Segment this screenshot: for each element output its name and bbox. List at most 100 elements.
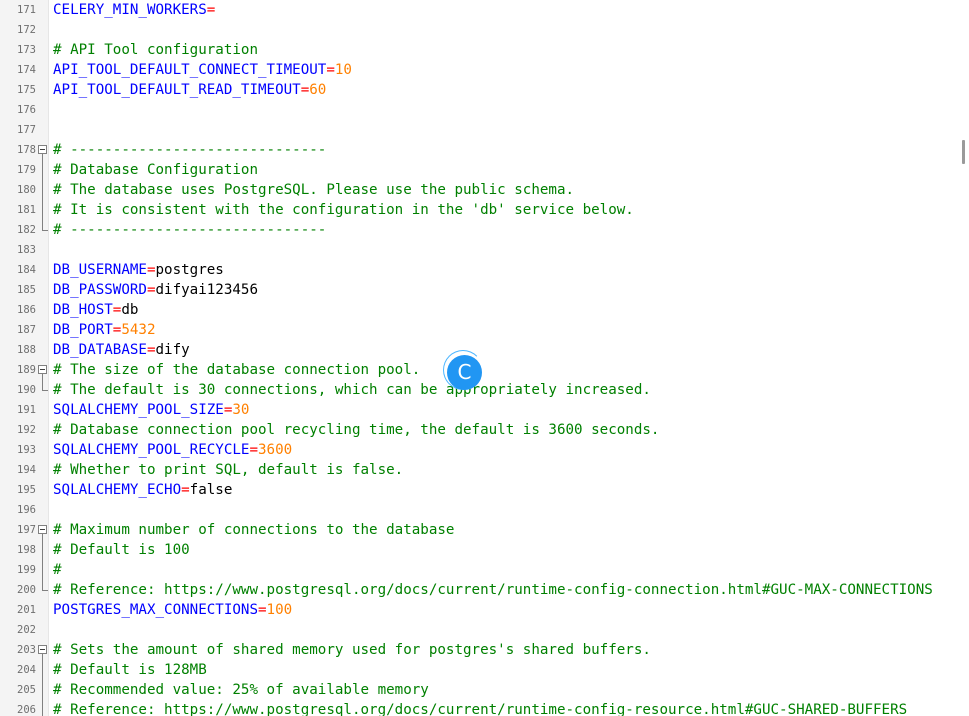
line-number: 199: [17, 564, 36, 576]
line-number: 178: [17, 144, 36, 156]
config-key: DB_HOST: [53, 302, 113, 318]
line-code: # The database uses PostgreSQL. Please u…: [53, 180, 574, 200]
line-number: 180: [17, 184, 36, 196]
comment-text: # The size of the database connection po…: [53, 362, 421, 378]
assign-operator: =: [326, 62, 335, 78]
fold-guide: [42, 540, 43, 560]
fold-toggle-icon[interactable]: [38, 365, 47, 374]
line-code: POSTGRES_MAX_CONNECTIONS=100: [53, 600, 292, 620]
assign-operator: =: [258, 602, 267, 618]
line-number: 205: [17, 684, 36, 696]
line-number: 204: [17, 664, 36, 676]
comment-text: # Default is 128MB: [53, 662, 207, 678]
vertical-scrollbar-thumb[interactable]: [962, 140, 965, 164]
config-key: DB_USERNAME: [53, 262, 147, 278]
line-number: 187: [17, 324, 36, 336]
line-number: 196: [17, 504, 36, 516]
line-number: 191: [17, 404, 36, 416]
line-code: # ------------------------------: [53, 220, 326, 240]
loading-spinner-icon: C: [443, 350, 485, 392]
config-key: DB_PORT: [53, 322, 113, 338]
line-number: 179: [17, 164, 36, 176]
fold-toggle-icon[interactable]: [38, 525, 47, 534]
line-code: # The size of the database connection po…: [53, 360, 420, 380]
line-code: # Maximum number of connections to the d…: [53, 520, 454, 540]
fold-guide: [42, 700, 43, 716]
line-number: 206: [17, 704, 36, 716]
line-number: 190: [17, 384, 36, 396]
line-code: DB_HOST=db: [53, 300, 138, 320]
comment-text: # Database connection pool recycling tim…: [53, 422, 660, 438]
config-value: false: [189, 482, 233, 498]
line-number: 198: [17, 544, 36, 556]
line-code: SQLALCHEMY_POOL_SIZE=30: [53, 400, 249, 420]
fold-end-marker: [42, 590, 48, 591]
config-key: POSTGRES_MAX_CONNECTIONS: [53, 602, 258, 618]
comment-text: # The database uses PostgreSQL. Please u…: [53, 182, 575, 198]
fold-toggle-icon[interactable]: [38, 145, 47, 154]
line-code: # Whether to print SQL, default is false…: [53, 460, 403, 480]
line-number: 195: [17, 484, 36, 496]
line-number: 200: [17, 584, 36, 596]
line-number: 193: [17, 444, 36, 456]
line-number: 185: [17, 284, 36, 296]
assign-operator: =: [146, 262, 156, 278]
line-number: 203: [17, 644, 36, 656]
line-code: # Default is 100: [53, 540, 190, 560]
line-number: 174: [17, 64, 36, 76]
comment-text: # Default is 100: [53, 542, 190, 558]
comment-text: # Database Configuration: [53, 162, 258, 178]
fold-toggle-icon[interactable]: [38, 645, 47, 654]
line-code: # Sets the amount of shared memory used …: [53, 640, 651, 660]
assign-operator: =: [249, 442, 259, 458]
assign-operator: =: [146, 282, 156, 298]
line-number: 183: [17, 244, 36, 256]
line-number: 181: [17, 204, 36, 216]
config-key: SQLALCHEMY_POOL_SIZE: [53, 402, 224, 418]
config-value: 100: [266, 602, 293, 618]
line-code: # The default is 30 connections, which c…: [53, 380, 651, 400]
config-value: 60: [309, 82, 327, 98]
config-key: API_TOOL_DEFAULT_CONNECT_TIMEOUT: [53, 62, 327, 78]
line-code: API_TOOL_DEFAULT_CONNECT_TIMEOUT=10: [53, 60, 352, 80]
fold-guide: [42, 580, 43, 590]
assign-operator: =: [206, 2, 216, 18]
comment-text: # API Tool configuration: [53, 42, 258, 58]
line-number: 201: [17, 604, 36, 616]
config-value: db: [121, 302, 139, 318]
fold-end-marker: [42, 390, 48, 391]
config-value: dify: [155, 342, 190, 358]
line-number: 176: [17, 104, 36, 116]
config-key: SQLALCHEMY_POOL_RECYCLE: [53, 442, 250, 458]
line-code: # Reference: https://www.postgresql.org/…: [53, 700, 907, 716]
config-key: SQLALCHEMY_ECHO: [53, 482, 182, 498]
config-value: 3600: [258, 442, 293, 458]
config-value: 10: [334, 62, 352, 78]
comment-text: # ------------------------------: [53, 222, 327, 238]
line-number: 172: [17, 24, 36, 36]
config-value: postgres: [155, 262, 224, 278]
line-number: 197: [17, 524, 36, 536]
fold-guide: [42, 380, 43, 390]
comment-text: # Recommended value: 25% of available me…: [53, 682, 429, 698]
comment-text: # The default is 30 connections, which c…: [53, 382, 651, 398]
line-code: DB_DATABASE=dify: [53, 340, 190, 360]
line-code: # Reference: https://www.postgresql.org/…: [53, 580, 933, 600]
line-number: 189: [17, 364, 36, 376]
line-code: #: [53, 560, 62, 580]
code-editor[interactable]: 171 CELERY_MIN_WORKERS= 172 173 # API Tool c…: [0, 0, 969, 716]
line-number: 177: [17, 124, 36, 136]
fold-guide: [42, 560, 43, 580]
fold-guide: [42, 180, 43, 200]
comment-text: #: [53, 562, 62, 578]
line-code: CELERY_MIN_WORKERS=: [53, 0, 215, 20]
fold-guide: [42, 200, 43, 220]
line-number: 182: [17, 224, 36, 236]
line-number: 202: [17, 624, 36, 636]
config-key: DB_PASSWORD: [53, 282, 147, 298]
line-code: # Default is 128MB: [53, 660, 207, 680]
line-code: DB_USERNAME=postgres: [53, 260, 224, 280]
line-code: DB_PORT=5432: [53, 320, 156, 340]
comment-text: # Sets the amount of shared memory used …: [53, 642, 651, 658]
config-key: DB_DATABASE: [53, 342, 147, 358]
